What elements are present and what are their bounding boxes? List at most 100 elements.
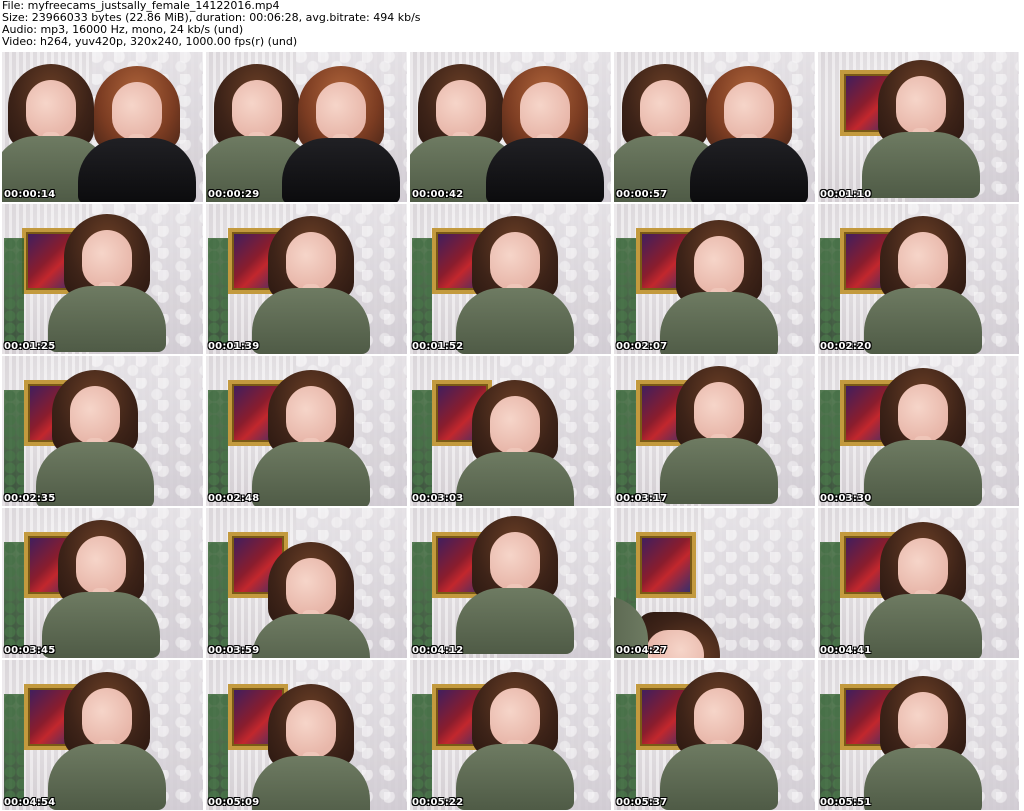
person-figure xyxy=(864,216,982,354)
timestamp: 00:03:03 xyxy=(412,493,464,504)
timestamp: 00:05:51 xyxy=(820,797,872,808)
thumbnail: 00:00:42 xyxy=(410,52,611,202)
body xyxy=(282,138,400,202)
person-figure xyxy=(456,672,574,810)
body xyxy=(252,288,370,354)
body xyxy=(864,288,982,354)
thumbnail: 00:03:30 xyxy=(818,356,1019,506)
face xyxy=(490,688,540,746)
face xyxy=(286,700,336,758)
face xyxy=(490,532,540,590)
thumbnail: 00:03:45 xyxy=(2,508,203,658)
garland xyxy=(208,542,228,652)
face xyxy=(76,536,126,594)
body xyxy=(252,756,370,810)
face xyxy=(82,230,132,288)
body xyxy=(864,440,982,506)
garland xyxy=(208,390,228,500)
timestamp: 00:05:09 xyxy=(208,797,260,808)
person-figure xyxy=(252,370,370,506)
person-figure xyxy=(864,676,982,810)
person-figure xyxy=(48,214,166,352)
face xyxy=(898,692,948,750)
face xyxy=(490,396,540,454)
thumbnail: 00:00:57 xyxy=(614,52,815,202)
person-figure xyxy=(456,216,574,354)
timestamp: 00:04:41 xyxy=(820,645,872,656)
thumbnail: 00:02:48 xyxy=(206,356,407,506)
face xyxy=(694,382,744,440)
curtain xyxy=(704,508,815,658)
face xyxy=(112,82,162,140)
timestamp: 00:05:37 xyxy=(616,797,668,808)
person-figure xyxy=(252,684,370,810)
face xyxy=(286,558,336,616)
garland xyxy=(616,694,636,804)
body xyxy=(486,138,604,202)
face xyxy=(26,80,76,138)
garland xyxy=(616,390,636,500)
garland xyxy=(208,694,228,804)
garland xyxy=(4,238,24,348)
thumbnail: 00:01:39 xyxy=(206,204,407,354)
timestamp: 00:00:29 xyxy=(208,189,260,200)
thumbnail: 00:05:22 xyxy=(410,660,611,810)
garland xyxy=(820,542,840,652)
person-figure xyxy=(48,672,166,810)
body xyxy=(456,588,574,654)
body xyxy=(660,292,778,354)
garland xyxy=(616,238,636,348)
person-figure xyxy=(660,366,778,504)
body xyxy=(48,286,166,352)
thumbnail: 00:02:07 xyxy=(614,204,815,354)
thumbnail: 00:02:20 xyxy=(818,204,1019,354)
body xyxy=(864,594,982,658)
garland xyxy=(412,694,432,804)
body xyxy=(456,452,574,506)
thumbnail: 00:00:29 xyxy=(206,52,407,202)
face xyxy=(490,232,540,290)
person-figure xyxy=(78,66,196,202)
face xyxy=(640,80,690,138)
person-figure xyxy=(36,370,154,506)
face xyxy=(896,76,946,134)
wall-poster xyxy=(636,532,696,598)
face xyxy=(898,538,948,596)
garland xyxy=(208,238,228,348)
face xyxy=(898,384,948,442)
garland xyxy=(4,390,24,500)
timestamp: 00:03:17 xyxy=(616,493,668,504)
thumbnail: 00:01:52 xyxy=(410,204,611,354)
thumbnail: 00:04:12 xyxy=(410,508,611,658)
thumbnail: 00:04:41 xyxy=(818,508,1019,658)
person-figure xyxy=(42,520,160,658)
person-figure xyxy=(252,216,370,354)
garland xyxy=(4,694,24,804)
metadata-header: File: myfreecams_justsally_female_141220… xyxy=(2,0,421,48)
body xyxy=(78,138,196,202)
thumbnail: 00:03:03 xyxy=(410,356,611,506)
timestamp: 00:00:42 xyxy=(412,189,464,200)
face xyxy=(232,80,282,138)
timestamp: 00:01:52 xyxy=(412,341,464,352)
face xyxy=(316,82,366,140)
person-figure xyxy=(456,516,574,654)
timestamp: 00:00:57 xyxy=(616,189,668,200)
face xyxy=(436,80,486,138)
face xyxy=(70,386,120,444)
person-figure xyxy=(862,60,980,198)
face xyxy=(898,232,948,290)
face xyxy=(286,386,336,444)
garland xyxy=(820,238,840,348)
person-figure xyxy=(282,66,400,202)
timestamp: 00:04:54 xyxy=(4,797,56,808)
timestamp: 00:01:25 xyxy=(4,341,56,352)
body xyxy=(42,592,160,658)
person-figure xyxy=(252,542,370,658)
person-figure xyxy=(456,380,574,506)
thumbnail: 00:01:25 xyxy=(2,204,203,354)
face xyxy=(694,688,744,746)
timestamp: 00:02:07 xyxy=(616,341,668,352)
thumbnail-grid: 00:00:14 00:00:29 00:00:42 00:00:57 00:0… xyxy=(0,50,1024,810)
face xyxy=(286,232,336,290)
